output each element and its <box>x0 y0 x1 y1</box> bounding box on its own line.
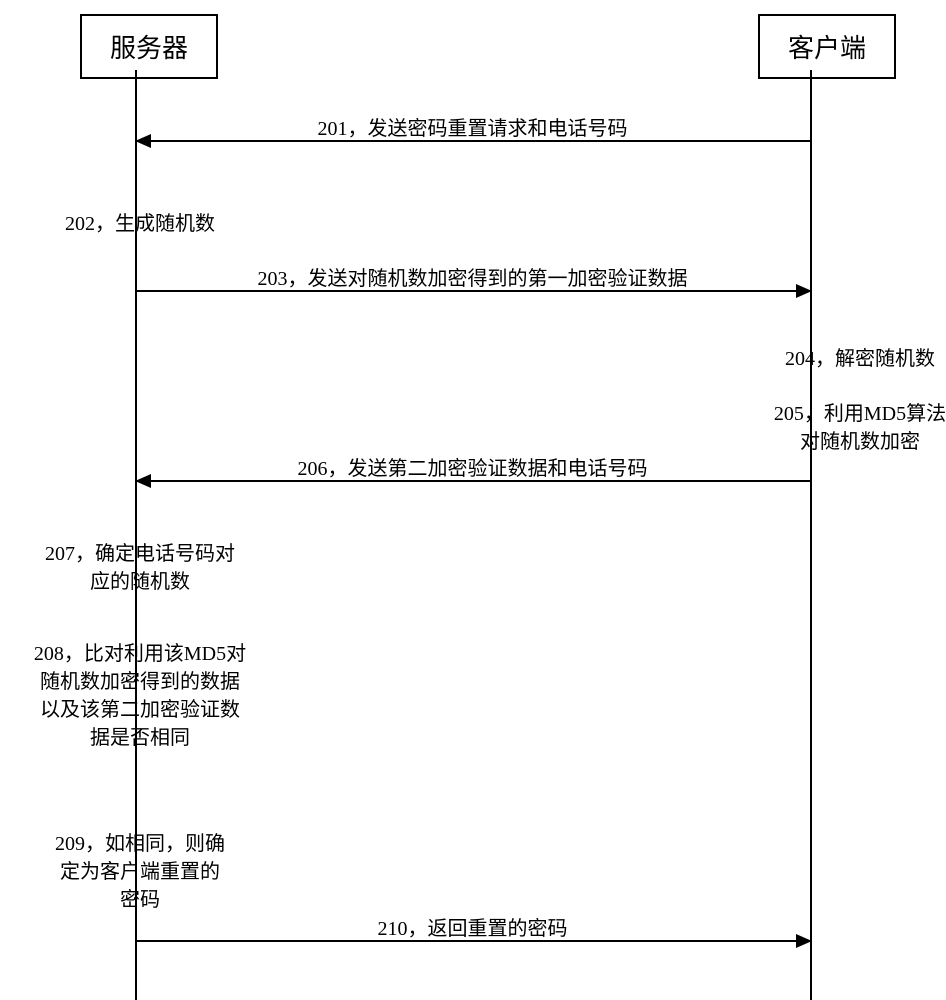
step-line: 应的随机数 <box>30 568 250 596</box>
msg-label-m203: 203，发送对随机数加密得到的第一加密验证数据 <box>135 262 810 291</box>
msg-label-m206: 206，发送第二加密验证数据和电话号码 <box>135 452 810 481</box>
step-s202: 202，生成随机数 <box>30 210 250 238</box>
lifeline-tick-0 <box>135 598 137 640</box>
step-line: 207，确定电话号码对 <box>30 540 250 568</box>
step-line: 定为客户端重置的 <box>30 858 250 886</box>
step-s208: 208，比对利用该MD5对随机数加密得到的数据以及该第二加密验证数据是否相同 <box>30 640 250 752</box>
actor-client-label: 客户端 <box>788 34 866 63</box>
step-line: 随机数加密得到的数据 <box>30 668 250 696</box>
step-line: 202，生成随机数 <box>30 210 250 238</box>
step-s207: 207，确定电话号码对应的随机数 <box>30 540 250 596</box>
step-line: 密码 <box>30 886 250 914</box>
actor-server: 服务器 <box>80 14 218 79</box>
step-line: 205，利用MD5算法 <box>770 400 946 428</box>
msg-label-m210: 210，返回重置的密码 <box>135 912 810 941</box>
msg-label-m201: 201，发送密码重置请求和电话号码 <box>135 112 810 141</box>
step-line: 对随机数加密 <box>770 428 946 456</box>
step-s209: 209，如相同，则确定为客户端重置的密码 <box>30 830 250 914</box>
step-line: 204，解密随机数 <box>770 345 946 373</box>
step-line: 据是否相同 <box>30 724 250 752</box>
step-line: 209，如相同，则确 <box>30 830 250 858</box>
step-line: 208，比对利用该MD5对 <box>30 640 250 668</box>
actor-client: 客户端 <box>758 14 896 79</box>
lifeline-client <box>810 70 812 1000</box>
step-line: 以及该第二加密验证数 <box>30 696 250 724</box>
actor-server-label: 服务器 <box>110 34 188 63</box>
step-s205: 205，利用MD5算法对随机数加密 <box>770 400 946 456</box>
step-s204: 204，解密随机数 <box>770 345 946 373</box>
lifeline-tick-1 <box>135 758 137 828</box>
